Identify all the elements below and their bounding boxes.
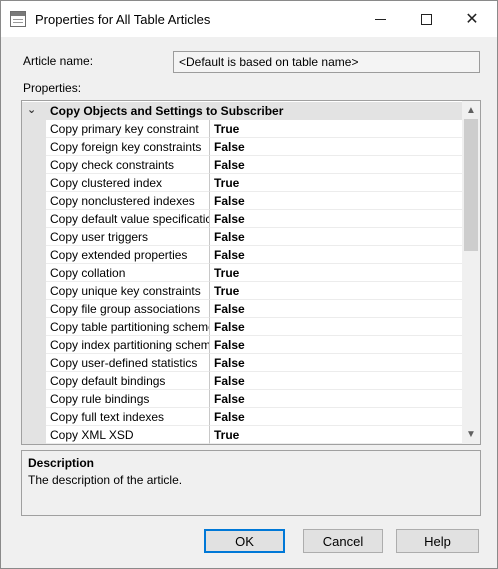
property-row[interactable]: Copy file group associations False	[22, 300, 462, 318]
property-name: Copy user triggers	[46, 228, 210, 246]
property-value[interactable]: False	[210, 300, 462, 318]
property-row[interactable]: Copy check constraints False	[22, 156, 462, 174]
property-name: Copy extended properties	[46, 246, 210, 264]
property-name: Copy check constraints	[46, 156, 210, 174]
category-label: Copy Objects and Settings to Subscriber	[50, 104, 284, 118]
property-row[interactable]: Copy unique key constraints True	[22, 282, 462, 300]
property-value[interactable]: True	[210, 264, 462, 282]
property-name: Copy file group associations	[46, 300, 210, 318]
table-icon	[10, 11, 26, 27]
property-name: Copy rule bindings	[46, 390, 210, 408]
property-name: Copy full text indexes	[46, 408, 210, 426]
property-row[interactable]: Copy index partitioning scheme False	[22, 336, 462, 354]
property-row[interactable]: Copy extended properties False	[22, 246, 462, 264]
description-panel: Description The description of the artic…	[21, 450, 481, 516]
property-value[interactable]: True	[210, 426, 462, 444]
article-name-field[interactable]: <Default is based on table name>	[173, 51, 480, 73]
window-title: Properties for All Table Articles	[35, 12, 211, 27]
property-row[interactable]: Copy user-defined statistics False	[22, 354, 462, 372]
property-row[interactable]: Copy foreign key constraints False	[22, 138, 462, 156]
scroll-thumb[interactable]	[464, 119, 478, 251]
property-value[interactable]: True	[210, 282, 462, 300]
property-row[interactable]: Copy clustered index True	[22, 174, 462, 192]
property-name: Copy default bindings	[46, 372, 210, 390]
help-button[interactable]: Help	[396, 529, 479, 553]
description-title: Description	[28, 456, 95, 470]
maximize-icon	[420, 13, 432, 25]
property-value[interactable]: True	[210, 174, 462, 192]
property-grid[interactable]: ⌄ Copy Objects and Settings to Subscribe…	[21, 100, 481, 445]
minimize-button[interactable]	[357, 1, 403, 37]
cancel-button[interactable]: Cancel	[303, 529, 383, 553]
property-value[interactable]: False	[210, 156, 462, 174]
property-name: Copy index partitioning scheme	[46, 336, 210, 354]
property-name: Copy collation	[46, 264, 210, 282]
vertical-scrollbar[interactable]: ▲ ▼	[462, 101, 480, 444]
property-value[interactable]: False	[210, 318, 462, 336]
property-value[interactable]: False	[210, 408, 462, 426]
property-value[interactable]: False	[210, 390, 462, 408]
property-name: Copy clustered index	[46, 174, 210, 192]
property-row[interactable]: Copy nonclustered indexes False	[22, 192, 462, 210]
property-row[interactable]: Copy rule bindings False	[22, 390, 462, 408]
property-name: Copy unique key constraints	[46, 282, 210, 300]
chevron-down-icon[interactable]: ⌄	[27, 103, 36, 116]
property-row[interactable]: Copy table partitioning scheme False	[22, 318, 462, 336]
properties-dialog: Properties for All Table Articles ✕ Arti…	[0, 0, 498, 569]
minimize-icon	[374, 18, 386, 20]
property-name: Copy table partitioning scheme	[46, 318, 210, 336]
ok-button[interactable]: OK	[204, 529, 285, 553]
properties-label: Properties:	[23, 81, 82, 95]
category-row[interactable]: ⌄ Copy Objects and Settings to Subscribe…	[22, 102, 462, 120]
maximize-button[interactable]	[403, 1, 449, 37]
property-name: Copy primary key constraint	[46, 120, 210, 138]
property-row[interactable]: Copy user triggers False	[22, 228, 462, 246]
article-name-label: Article name:	[23, 54, 94, 68]
property-value[interactable]: False	[210, 192, 462, 210]
property-value[interactable]: False	[210, 210, 462, 228]
property-row[interactable]: Copy collation True	[22, 264, 462, 282]
close-icon: ✕	[465, 11, 479, 28]
property-row[interactable]: Copy default bindings False	[22, 372, 462, 390]
property-name: Copy user-defined statistics	[46, 354, 210, 372]
property-value[interactable]: False	[210, 228, 462, 246]
property-value[interactable]: False	[210, 372, 462, 390]
description-text: The description of the article.	[28, 473, 183, 487]
property-row[interactable]: Copy full text indexes False	[22, 408, 462, 426]
property-value[interactable]: False	[210, 246, 462, 264]
property-row[interactable]: Copy default value specificatic False	[22, 210, 462, 228]
property-value[interactable]: False	[210, 138, 462, 156]
property-name: Copy nonclustered indexes	[46, 192, 210, 210]
property-name: Copy foreign key constraints	[46, 138, 210, 156]
scroll-down-icon[interactable]: ▼	[462, 426, 480, 443]
property-name: Copy default value specificatic	[46, 210, 210, 228]
scroll-up-icon[interactable]: ▲	[462, 102, 480, 119]
property-row[interactable]: Copy primary key constraint True	[22, 120, 462, 138]
property-value[interactable]: False	[210, 354, 462, 372]
property-value[interactable]: False	[210, 336, 462, 354]
close-button[interactable]: ✕	[449, 1, 495, 37]
title-bar[interactable]: Properties for All Table Articles ✕	[1, 1, 497, 37]
property-row[interactable]: Copy XML XSD True	[22, 426, 462, 444]
property-value[interactable]: True	[210, 120, 462, 138]
property-name: Copy XML XSD	[46, 426, 210, 444]
